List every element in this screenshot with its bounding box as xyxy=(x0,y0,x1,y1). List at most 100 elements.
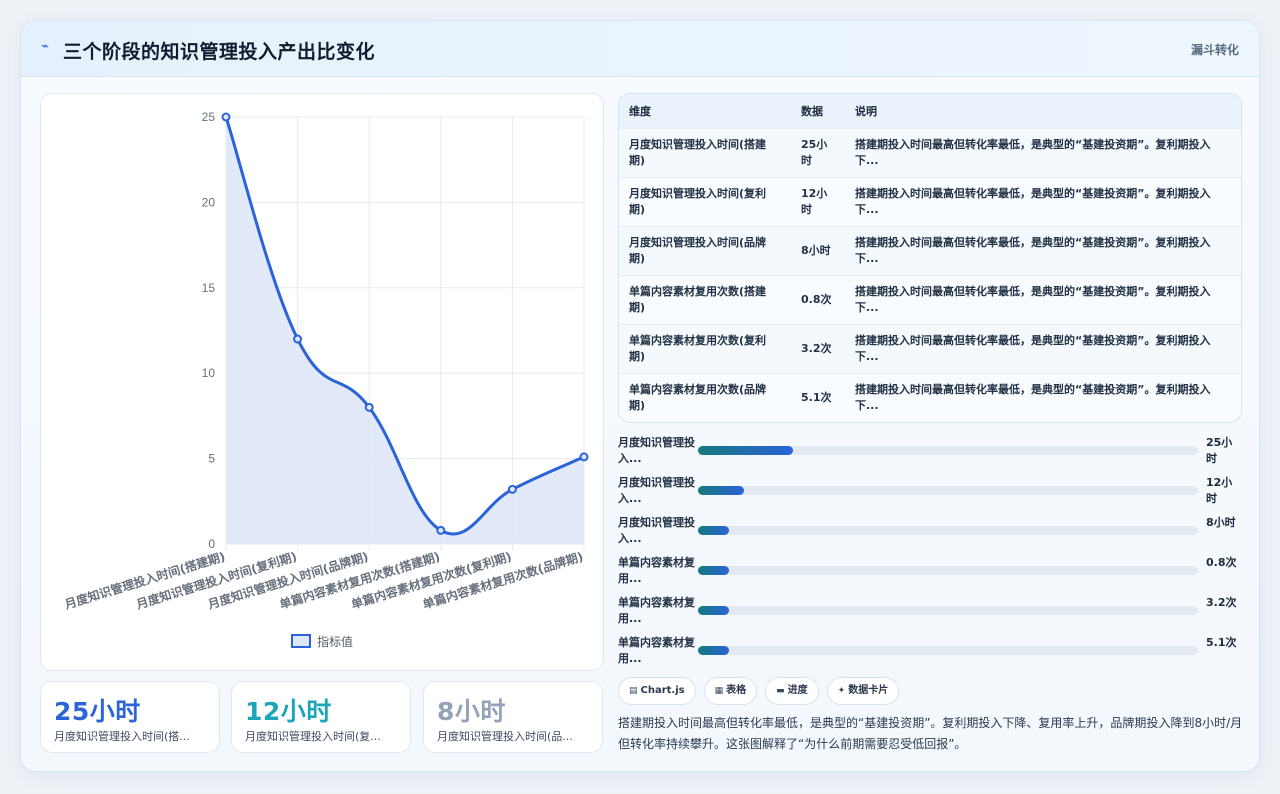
chip-progress[interactable]: ▬ 进度 xyxy=(765,677,819,705)
chip-chartjs[interactable]: ▤ Chart.js xyxy=(618,677,696,705)
progress-value: 8小时 xyxy=(1206,516,1236,529)
trend-icon: ⌁ xyxy=(41,39,49,54)
summary-text: 搭建期投入时间最高但转化率最低，是典型的“基建投资期”。复利期投入下降、复用率上… xyxy=(618,716,1243,751)
cell-value: 3.2次 xyxy=(801,341,832,355)
progress-value: 12小时 xyxy=(1206,476,1233,505)
progress-row: 单篇内容素材复用... 3.2次 xyxy=(618,593,1242,631)
data-point xyxy=(364,402,374,412)
cell-value: 5.1次 xyxy=(801,390,832,404)
table-row: 单篇内容素材复用次数(品牌期) 5.1次 搭建期投入时间最高但转化率最低，是典型… xyxy=(619,373,1241,422)
progress-track xyxy=(698,526,1198,535)
description-text: 搭建期投入时间最高但转化率最低，是典型的“基建投资期”。复利期投入下... xyxy=(855,235,1211,265)
legend-label: 指标值 xyxy=(317,634,353,649)
cell-dimension: 单篇内容素材复用次数(品牌期) xyxy=(629,382,767,412)
progress-track xyxy=(698,606,1198,615)
progress-label: 月度知识管理投入... xyxy=(618,476,695,505)
cell-value: 8小时 xyxy=(801,243,831,257)
column-header-description: 说明 xyxy=(855,104,877,118)
chart-icon: ▤ xyxy=(629,686,638,696)
cell-description: 搭建期投入时间最高但转化率最低，是典型的“基建投资期”。复利期投入下... xyxy=(845,177,1241,226)
header-bar: ⌁ 三个阶段的知识管理投入产出比变化 漏斗转化 xyxy=(21,21,1259,77)
progress-fill xyxy=(698,486,744,495)
data-point xyxy=(436,525,446,535)
kpi-label: 月度知识管理投入时间(搭... xyxy=(54,730,190,743)
kpi-card-3: 8小时 月度知识管理投入时间(品... xyxy=(423,681,603,753)
progress-row: 月度知识管理投入... 25小时 xyxy=(618,433,1242,471)
kpi-value: 8小时 xyxy=(437,697,506,726)
progress-fill xyxy=(698,606,729,615)
description-text: 搭建期投入时间最高但转化率最低，是典型的“基建投资期”。复利期投入下... xyxy=(855,382,1211,412)
table-row: 月度知识管理投入时间(复利期) 12小时 搭建期投入时间最高但转化率最低，是典型… xyxy=(619,177,1241,226)
cell-dimension: 月度知识管理投入时间(品牌期) xyxy=(629,235,767,265)
kpi-label: 月度知识管理投入时间(品... xyxy=(437,730,573,743)
progress-row: 单篇内容素材复用... 0.8次 xyxy=(618,553,1242,591)
y-tick-label: 0 xyxy=(208,537,215,551)
table-header-row: 维度 数据 说明 xyxy=(619,94,1241,128)
progress-track xyxy=(698,566,1198,575)
kpi-value: 25小时 xyxy=(54,697,141,726)
kpi-card-1: 25小时 月度知识管理投入时间(搭... xyxy=(40,681,220,753)
view-chips: ▤ Chart.js ▦ 表格 ▬ 进度 ✦ 数据卡片 xyxy=(618,677,907,705)
y-tick-label: 5 xyxy=(208,452,215,466)
progress-row: 月度知识管理投入... 12小时 xyxy=(618,473,1242,511)
y-tick-label: 25 xyxy=(202,110,216,124)
data-point xyxy=(221,112,231,122)
line-chart-panel: 0 5 10 15 20 25 月度知识管理投入时间(搭建期) 月度知识管理投入时间(复利期)… xyxy=(40,93,604,671)
category-tag: 漏斗转化 xyxy=(1190,43,1239,57)
cell-dimension: 月度知识管理投入时间(搭建期) xyxy=(629,137,767,167)
progress-label: 单篇内容素材复用... xyxy=(618,596,695,625)
column-header-dimension: 维度 xyxy=(629,104,651,118)
table-row: 单篇内容素材复用次数(复利期) 3.2次 搭建期投入时间最高但转化率最低，是典型… xyxy=(619,324,1241,373)
progress-track xyxy=(698,486,1198,495)
progress-label: 月度知识管理投入... xyxy=(618,516,695,545)
y-tick-label: 10 xyxy=(202,366,216,380)
chip-label: 表格 xyxy=(726,685,747,696)
y-tick-label: 20 xyxy=(202,195,216,209)
table-row: 月度知识管理投入时间(搭建期) 25小时 搭建期投入时间最高但转化率最低，是典型… xyxy=(619,128,1241,177)
cell-dimension: 月度知识管理投入时间(复利期) xyxy=(629,186,767,216)
line-chart: 0510152025月度知识管理投入时间(搭建期)月度知识管理投入时间(复利期)… xyxy=(62,110,589,649)
column-header-value: 数据 xyxy=(801,104,823,118)
progress-fill xyxy=(698,446,793,455)
dashboard-card: ⌁ 三个阶段的知识管理投入产出比变化 漏斗转化 0 5 10 15 20 25 月度知识管理… xyxy=(20,20,1260,772)
cell-dimension: 单篇内容素材复用次数(搭建期) xyxy=(629,284,767,314)
description-text: 搭建期投入时间最高但转化率最低，是典型的“基建投资期”。复利期投入下... xyxy=(855,137,1211,167)
progress-track xyxy=(698,446,1198,455)
chip-label: 进度 xyxy=(787,685,808,696)
chip-data-cards[interactable]: ✦ 数据卡片 xyxy=(826,677,900,705)
progress-track xyxy=(698,646,1198,655)
cell-description: 搭建期投入时间最高但转化率最低，是典型的“基建投资期”。复利期投入下... xyxy=(845,226,1241,275)
progress-row: 月度知识管理投入... 8小时 xyxy=(618,513,1242,551)
cell-description: 搭建期投入时间最高但转化率最低，是典型的“基建投资期”。复利期投入下... xyxy=(845,275,1241,324)
progress-fill xyxy=(698,566,729,575)
data-table: 维度 数据 说明 月度知识管理投入时间(搭建期) 25小时 搭建期投入时间最高但… xyxy=(618,93,1242,423)
description-text: 搭建期投入时间最高但转化率最低，是典型的“基建投资期”。复利期投入下... xyxy=(855,284,1211,314)
progress-value: 25小时 xyxy=(1206,436,1233,465)
cell-dimension: 单篇内容素材复用次数(复利期) xyxy=(629,333,767,363)
cell-value: 0.8次 xyxy=(801,292,832,306)
legend-swatch xyxy=(291,634,311,648)
cell-description: 搭建期投入时间最高但转化率最低，是典型的“基建投资期”。复利期投入下... xyxy=(845,373,1241,422)
progress-fill xyxy=(698,646,729,655)
y-tick-label: 15 xyxy=(202,281,216,295)
chip-label: Chart.js xyxy=(640,685,685,696)
cell-value: 12小时 xyxy=(801,186,828,216)
progress-label: 单篇内容素材复用... xyxy=(618,556,695,585)
page-title: 三个阶段的知识管理投入产出比变化 xyxy=(63,41,376,63)
table-icon: ▦ xyxy=(714,686,724,696)
progress-label: 月度知识管理投入... xyxy=(618,436,695,465)
table-row: 月度知识管理投入时间(品牌期) 8小时 搭建期投入时间最高但转化率最低，是典型的… xyxy=(619,226,1241,275)
progress-value: 0.8次 xyxy=(1206,556,1237,569)
data-point xyxy=(507,484,517,494)
chip-table[interactable]: ▦ 表格 xyxy=(703,677,758,705)
kpi-label: 月度知识管理投入时间(复... xyxy=(245,730,381,743)
cell-value: 25小时 xyxy=(801,137,828,167)
data-point xyxy=(579,452,589,462)
progress-value: 5.1次 xyxy=(1206,636,1237,649)
progress-value: 3.2次 xyxy=(1206,596,1237,609)
data-point xyxy=(293,334,303,344)
progress-row: 单篇内容素材复用... 5.1次 xyxy=(618,633,1242,671)
kpi-card-2: 12小时 月度知识管理投入时间(复... xyxy=(231,681,411,753)
description-text: 搭建期投入时间最高但转化率最低，是典型的“基建投资期”。复利期投入下... xyxy=(855,186,1211,216)
cell-description: 搭建期投入时间最高但转化率最低，是典型的“基建投资期”。复利期投入下... xyxy=(845,128,1241,177)
